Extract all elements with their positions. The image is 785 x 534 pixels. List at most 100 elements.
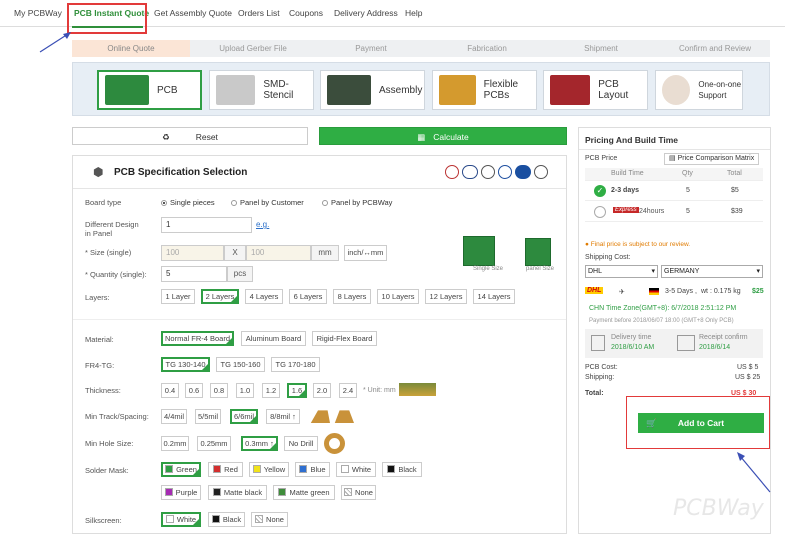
service-assembly[interactable]: Assembly bbox=[320, 70, 425, 110]
rohs-icon bbox=[462, 165, 478, 179]
thickness-2-4[interactable]: 2.4 bbox=[339, 383, 357, 398]
board-type-panel-pcbway[interactable]: Panel by PCBWay bbox=[322, 198, 392, 207]
layout-icon bbox=[550, 75, 591, 105]
diff-design-input[interactable]: 1 bbox=[161, 217, 252, 233]
nav-coupons[interactable]: Coupons bbox=[289, 8, 323, 18]
thickness-1-0[interactable]: 1.0 bbox=[236, 383, 254, 398]
total-label: Total: bbox=[585, 390, 604, 397]
table-icon: ▤ bbox=[669, 155, 678, 162]
carrier-select[interactable]: DHL ▾ bbox=[585, 265, 658, 278]
add-to-cart-label: Add to Cart bbox=[677, 418, 725, 428]
mask-red[interactable]: Red bbox=[208, 462, 243, 477]
thickness-1-6[interactable]: 1.6 bbox=[287, 383, 307, 398]
nav-delivery-address[interactable]: Delivery Address bbox=[334, 8, 398, 18]
silk-white[interactable]: White bbox=[161, 512, 201, 527]
board-type-panel-customer[interactable]: Panel by Customer bbox=[231, 198, 304, 207]
calculator-icon: ▦ bbox=[417, 132, 426, 142]
step-online-quote: Online Quote bbox=[72, 40, 190, 57]
thickness-2-0[interactable]: 2.0 bbox=[313, 383, 331, 398]
quantity-unit: pcs bbox=[227, 266, 253, 282]
mask-white[interactable]: White bbox=[336, 462, 376, 477]
service-smd-stencil[interactable]: SMD-Stencil bbox=[209, 70, 314, 110]
thickness-1-2[interactable]: 1.2 bbox=[262, 383, 280, 398]
layer-option-12[interactable]: 12 Layers bbox=[425, 289, 467, 304]
add-to-cart-button[interactable]: 🛒 Add to Cart bbox=[638, 413, 764, 433]
track-6-6[interactable]: 6/6mil bbox=[230, 409, 258, 424]
calculate-label: Calculate bbox=[433, 132, 469, 142]
mask-yellow[interactable]: Yellow bbox=[249, 462, 289, 477]
reset-button[interactable]: ♻ Reset bbox=[72, 127, 308, 145]
service-pcb[interactable]: PCB bbox=[97, 70, 202, 110]
service-pcb-label: PCB bbox=[157, 84, 178, 96]
tg-170-180[interactable]: TG 170-180 bbox=[271, 357, 320, 372]
col-build-time: Build Time bbox=[611, 170, 644, 177]
thickness-0-6[interactable]: 0.6 bbox=[185, 383, 203, 398]
tg-130-140[interactable]: TG 130-140 bbox=[161, 357, 210, 372]
row2-total: $39 bbox=[731, 208, 743, 215]
col-qty: Qty bbox=[682, 170, 693, 177]
receipt-date: 2018/6/14 bbox=[699, 344, 731, 351]
thickness-label: Thickness: bbox=[85, 386, 121, 395]
hole-0-2[interactable]: 0.2mm bbox=[161, 436, 189, 451]
tg-150-160[interactable]: TG 150-160 bbox=[216, 357, 265, 372]
size-x-separator: X bbox=[224, 245, 246, 261]
nav-my-pcbway[interactable]: My PCBWay bbox=[14, 8, 62, 18]
reset-label: Reset bbox=[195, 132, 218, 142]
nav-help[interactable]: Help bbox=[405, 8, 422, 18]
spec-title: PCB Specification Selection bbox=[114, 167, 248, 178]
thickness-0-8[interactable]: 0.8 bbox=[210, 383, 228, 398]
hole-0-25[interactable]: 0.25mm bbox=[197, 436, 231, 451]
nav-orders-list[interactable]: Orders List bbox=[238, 8, 280, 18]
chevron-down-icon: ▾ bbox=[651, 268, 655, 275]
calculate-button[interactable]: ▦ Calculate bbox=[319, 127, 567, 145]
payment-before-text: Payment before 2018/06/07 18:00 (GMT+8 O… bbox=[589, 318, 734, 324]
mask-none[interactable]: None bbox=[341, 485, 376, 500]
nav-assembly-quote[interactable]: Get Assembly Quote bbox=[154, 8, 232, 18]
final-price-note: ● Final price is subject to our review. bbox=[585, 241, 691, 248]
mask-black[interactable]: Black bbox=[382, 462, 422, 477]
size-y-input[interactable]: 100 bbox=[246, 245, 311, 261]
board-type-single[interactable]: Single pieces bbox=[161, 198, 215, 207]
size-x-input[interactable]: 100 bbox=[161, 245, 224, 261]
material-aluminum[interactable]: Aluminum Board bbox=[241, 331, 306, 346]
track-4-4[interactable]: 4/4mil bbox=[161, 409, 187, 424]
eg-link[interactable]: e.g. bbox=[256, 220, 269, 229]
service-pcb-layout[interactable]: PCB Layout bbox=[543, 70, 648, 110]
silk-none[interactable]: None bbox=[251, 512, 288, 527]
layer-option-8[interactable]: 8 Layers bbox=[333, 289, 371, 304]
price-row-express[interactable]: Express 24hours 5 $39 bbox=[585, 202, 763, 222]
mask-matte-black[interactable]: Matte black bbox=[208, 485, 267, 500]
price-row-standard[interactable]: ✓ 2-3 days 5 $5 bbox=[585, 181, 763, 201]
hole-label: Min Hole Size: bbox=[85, 439, 134, 448]
layer-option-6[interactable]: 6 Layers bbox=[289, 289, 327, 304]
layer-option-4[interactable]: 4 Layers bbox=[245, 289, 283, 304]
service-support[interactable]: One-on-one Support bbox=[655, 70, 743, 110]
layer-option-10[interactable]: 10 Layers bbox=[377, 289, 419, 304]
mask-blue[interactable]: Blue bbox=[295, 462, 330, 477]
mask-matte-green[interactable]: Matte green bbox=[273, 485, 335, 500]
unit-toggle-button[interactable]: inch/↔mm bbox=[344, 245, 387, 261]
quantity-input[interactable]: 5 bbox=[161, 266, 227, 282]
step-fabrication: Fabrication bbox=[467, 44, 507, 53]
service-flexible-pcbs[interactable]: Flexible PCBs bbox=[432, 70, 537, 110]
country-select[interactable]: GERMANY ▾ bbox=[661, 265, 763, 278]
thickness-0-4[interactable]: 0.4 bbox=[161, 383, 179, 398]
track-5-5[interactable]: 5/5mil bbox=[195, 409, 221, 424]
hole-no-drill[interactable]: No Drill bbox=[284, 436, 318, 451]
row2-time: 24hours bbox=[639, 208, 665, 215]
recycle-icon: ♻ bbox=[162, 132, 170, 142]
radio-icon bbox=[594, 206, 606, 218]
support-avatar-icon bbox=[662, 75, 691, 105]
silk-black[interactable]: Black bbox=[208, 512, 245, 527]
material-rigid-flex[interactable]: Rigid-Flex Board bbox=[312, 331, 377, 346]
mask-purple[interactable]: Purple bbox=[161, 485, 201, 500]
layer-option-14[interactable]: 14 Layers bbox=[473, 289, 515, 304]
material-fr4[interactable]: Normal FR-4 Board bbox=[161, 331, 234, 346]
price-matrix-button[interactable]: ▤ Price Comparison Matrix bbox=[664, 153, 760, 165]
quantity-label: * Quantity (single): bbox=[85, 270, 147, 279]
layer-option-2[interactable]: 2 Layers bbox=[201, 289, 239, 304]
hole-0-3[interactable]: 0.3mm ↑ bbox=[241, 436, 278, 451]
track-8-8[interactable]: 8/8mil ↑ bbox=[266, 409, 300, 424]
mask-green[interactable]: Green bbox=[161, 462, 201, 477]
layer-option-1[interactable]: 1 Layer bbox=[161, 289, 195, 304]
